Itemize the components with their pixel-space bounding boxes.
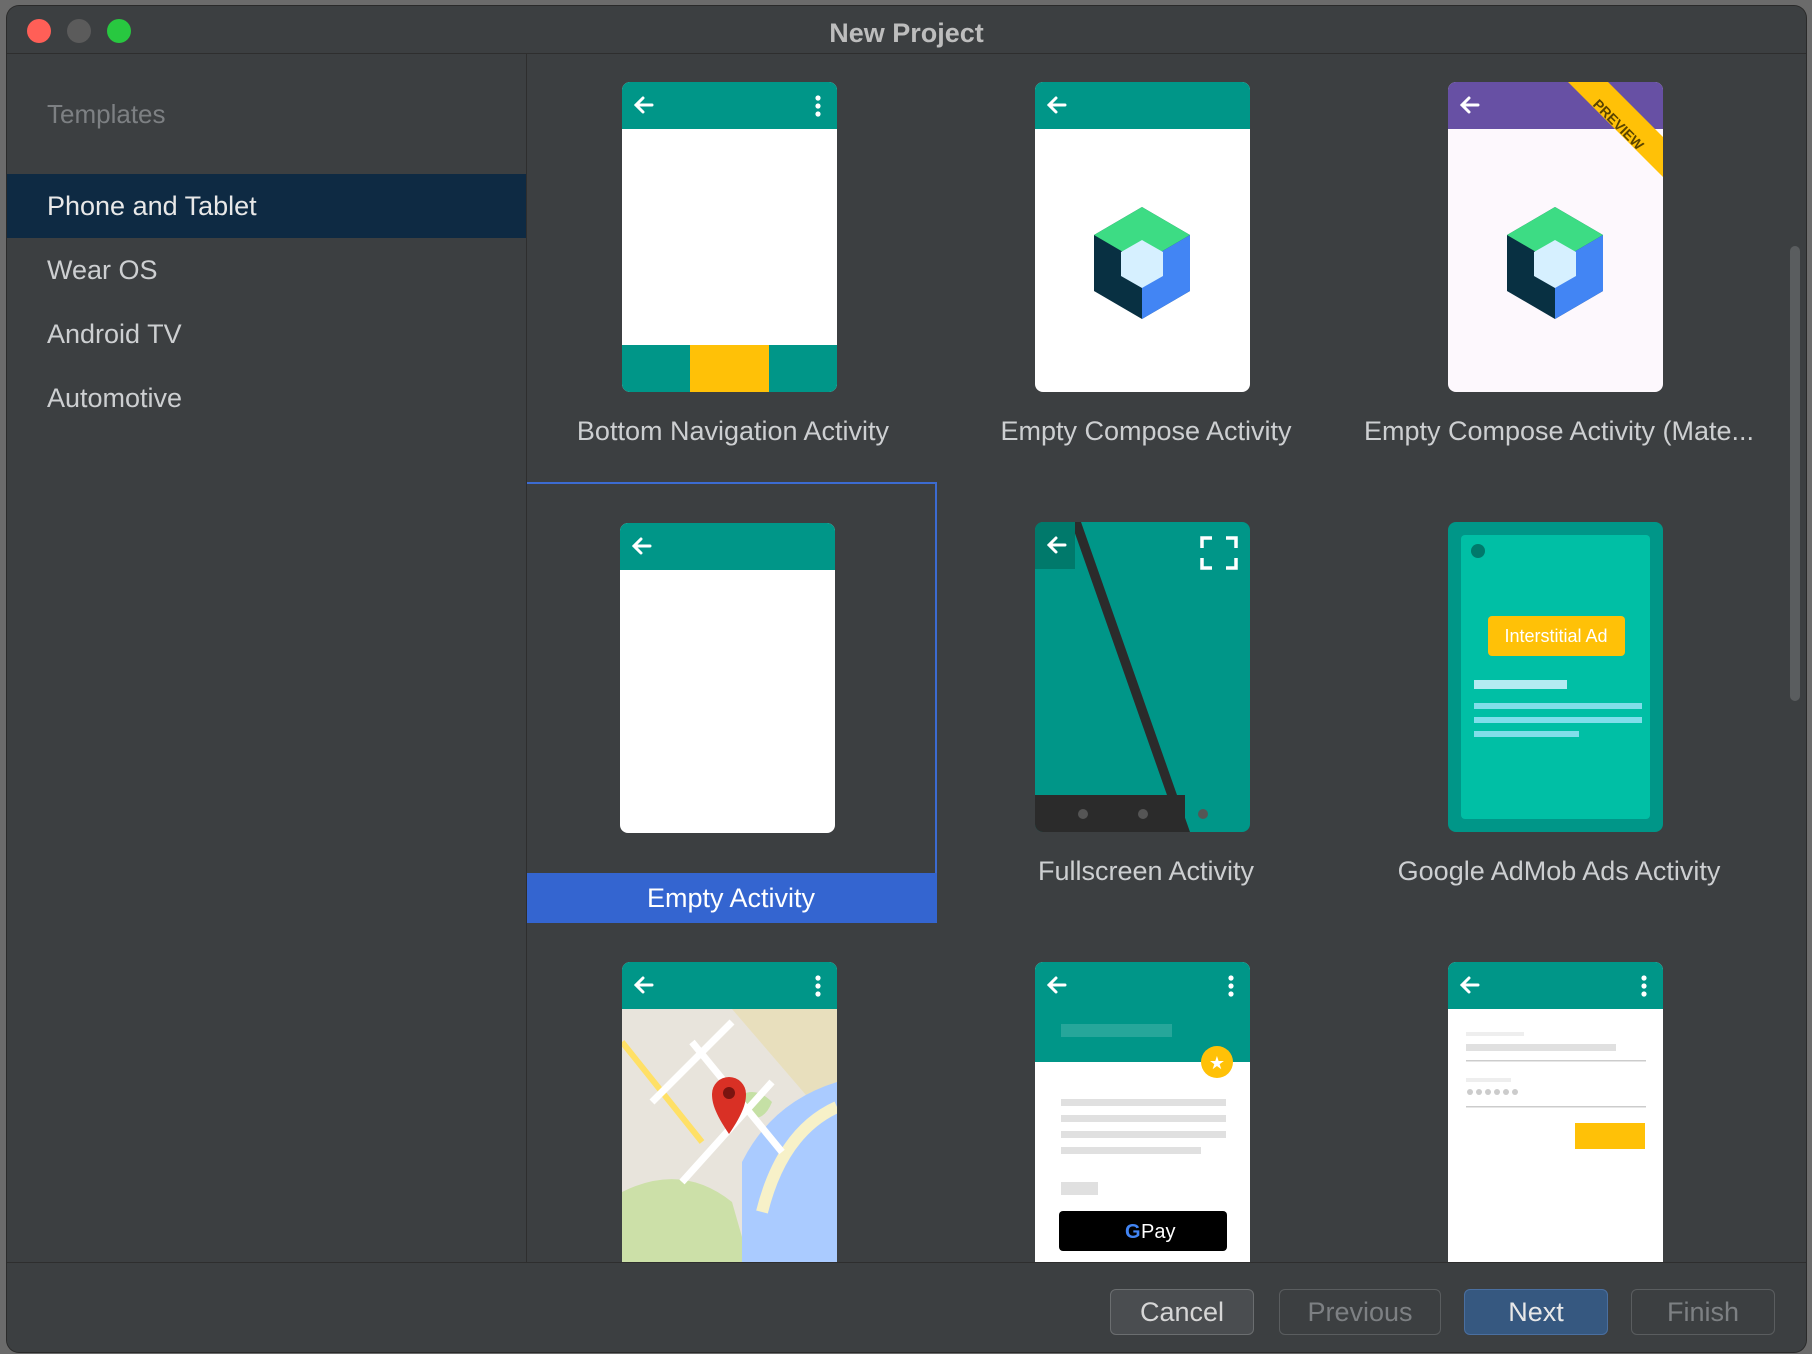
dialog-footer: Cancel Previous Next Finish (7, 1262, 1806, 1352)
sidebar-item-automotive[interactable]: Automotive (7, 366, 526, 430)
template-card-google-pay[interactable]: ★ G Pay (940, 934, 1352, 1262)
template-grid: Bottom Navigation Activity Empty Compose… (527, 54, 1787, 1262)
template-grid-scrollbar[interactable] (1790, 246, 1800, 701)
empty-activity-thumbnail (620, 523, 835, 833)
template-card-empty-compose[interactable]: Empty Compose Activity (940, 54, 1352, 454)
window-title: New Project (829, 18, 984, 48)
previous-button[interactable]: Previous (1279, 1289, 1441, 1335)
template-card-empty-activity[interactable]: Empty Activity (527, 482, 937, 923)
sidebar-item-phone-and-tablet[interactable]: Phone and Tablet (7, 174, 526, 238)
bottom-navigation-thumbnail (622, 82, 837, 392)
admob-thumbnail: Interstitial Ad (1448, 522, 1663, 832)
template-card-maps[interactable] (527, 934, 939, 1262)
template-label: Empty Compose Activity (Mate... (1363, 416, 1755, 446)
template-card-login[interactable] (1353, 934, 1765, 1262)
template-label: Bottom Navigation Activity (576, 416, 890, 446)
pay-label: Pay (1141, 1221, 1175, 1243)
template-card-empty-compose-material[interactable]: PREVIEW Empty Compose Activity (Mate... (1353, 54, 1765, 454)
sidebar-item-wear-os[interactable]: Wear OS (7, 238, 526, 302)
finish-button[interactable]: Finish (1631, 1289, 1775, 1335)
empty-compose-material-thumbnail: PREVIEW (1448, 82, 1663, 392)
template-label: Empty Activity (527, 873, 937, 923)
templates-sidebar: Templates Phone and Tablet Wear OS Andro… (7, 54, 527, 1262)
interstitial-ad-label: Interstitial Ad (1504, 626, 1607, 646)
template-label: Fullscreen Activity (1037, 856, 1255, 886)
template-card-bottom-navigation[interactable]: Bottom Navigation Activity (527, 54, 939, 454)
maps-thumbnail (622, 962, 837, 1262)
sidebar-item-android-tv[interactable]: Android TV (7, 302, 526, 366)
star-icon: ★ (1209, 1053, 1225, 1074)
title-bar: New Project (7, 6, 1806, 54)
sidebar-heading: Templates (47, 99, 166, 129)
template-card-fullscreen[interactable]: Fullscreen Activity (940, 494, 1352, 894)
login-thumbnail (1448, 962, 1663, 1262)
next-button[interactable]: Next (1464, 1289, 1608, 1335)
fullscreen-thumbnail (1035, 522, 1250, 832)
empty-compose-thumbnail (1035, 82, 1250, 392)
template-label: Empty Compose Activity (1000, 416, 1292, 446)
google-g-icon: G (1125, 1221, 1141, 1243)
template-label: Google AdMob Ads Activity (1397, 856, 1721, 886)
google-pay-thumbnail: ★ G Pay (1035, 962, 1250, 1262)
new-project-window: New Project Templates Phone and Tablet W… (7, 6, 1806, 1352)
template-card-admob[interactable]: Interstitial Ad Google AdMob Ads Activit… (1353, 494, 1765, 894)
cancel-button[interactable]: Cancel (1110, 1289, 1254, 1335)
